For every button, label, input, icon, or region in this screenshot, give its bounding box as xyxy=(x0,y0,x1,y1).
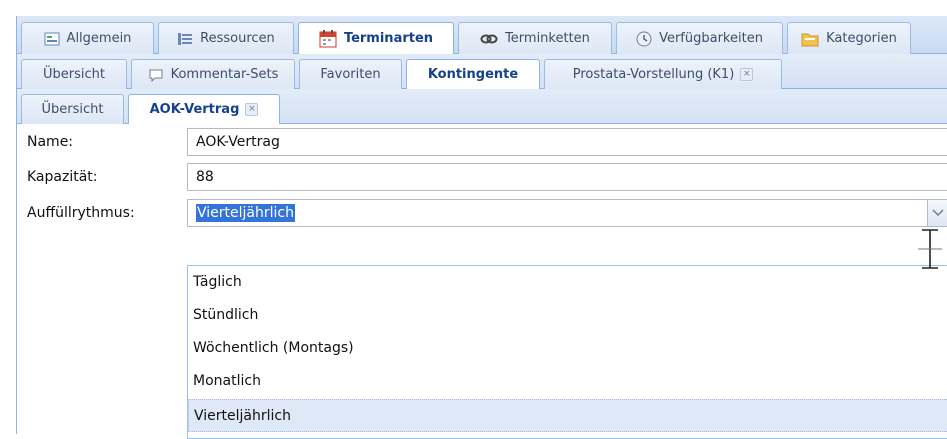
tab-kategorien[interactable]: Kategorien xyxy=(787,22,911,54)
capacity-field[interactable]: 88 xyxy=(187,163,947,191)
tab-aok-vertrag[interactable]: AOK-Vertrag × xyxy=(128,94,280,124)
tab-uebersicht[interactable]: Übersicht xyxy=(21,59,127,89)
chain-icon xyxy=(480,34,498,43)
list-item[interactable]: Wöchentlich (Montags) xyxy=(188,332,947,365)
comment-icon xyxy=(149,69,163,82)
capacity-label: Kapazität: xyxy=(27,169,98,185)
list-item[interactable]: Stündlich xyxy=(188,299,947,332)
refill-value: Vierteljährlich xyxy=(196,204,295,222)
list-item[interactable]: Täglich xyxy=(188,266,947,299)
list-item-selected[interactable]: Vierteljährlich xyxy=(188,399,947,432)
calendar-icon xyxy=(319,29,337,47)
tab-favoriten[interactable]: Favoriten xyxy=(299,59,402,89)
tab-kontingente[interactable]: Kontingente xyxy=(406,59,540,89)
name-label: Name: xyxy=(27,134,74,150)
chevron-down-icon xyxy=(932,209,944,217)
sub-tab-strip: Übersicht Kommentar-Sets Favoriten Konti… xyxy=(17,54,947,89)
tab-prostata-vorstellung[interactable]: Prostata-Vorstellung (K1) × xyxy=(544,59,782,89)
form-icon xyxy=(44,32,60,45)
tab-allgemein[interactable]: Allgemein xyxy=(21,22,154,54)
refill-combobox[interactable]: Vierteljährlich xyxy=(187,199,947,227)
tab-terminketten[interactable]: Terminketten xyxy=(458,22,612,54)
refill-dropdown-list: Täglich Stündlich Wöchentlich (Montags) … xyxy=(187,265,947,439)
main-panel: Allgemein Ressourcen Terminarten Termink… xyxy=(16,16,947,439)
tab-uebersicht-detail[interactable]: Übersicht xyxy=(21,94,124,124)
tab-kommentar-sets[interactable]: Kommentar-Sets xyxy=(131,59,295,89)
list-item[interactable]: Monatlich xyxy=(188,365,947,398)
list-icon xyxy=(178,32,193,45)
dropdown-trigger-button[interactable] xyxy=(927,200,947,226)
detail-tab-strip: Übersicht AOK-Vertrag × xyxy=(17,89,947,124)
name-field[interactable]: AOK-Vertrag xyxy=(187,128,947,156)
close-icon[interactable]: × xyxy=(740,68,754,81)
clock-icon xyxy=(636,31,652,46)
close-icon[interactable]: × xyxy=(245,103,259,116)
main-tab-strip: Allgemein Ressourcen Terminarten Termink… xyxy=(17,16,947,54)
tab-ressourcen[interactable]: Ressourcen xyxy=(158,22,294,54)
tab-verfuegbarkeiten[interactable]: Verfügbarkeiten xyxy=(616,22,783,54)
tab-terminarten[interactable]: Terminarten xyxy=(298,22,454,54)
refill-label: Auffüllrythmus: xyxy=(27,205,135,221)
folder-icon xyxy=(801,33,819,46)
text-cursor-icon xyxy=(918,229,942,269)
